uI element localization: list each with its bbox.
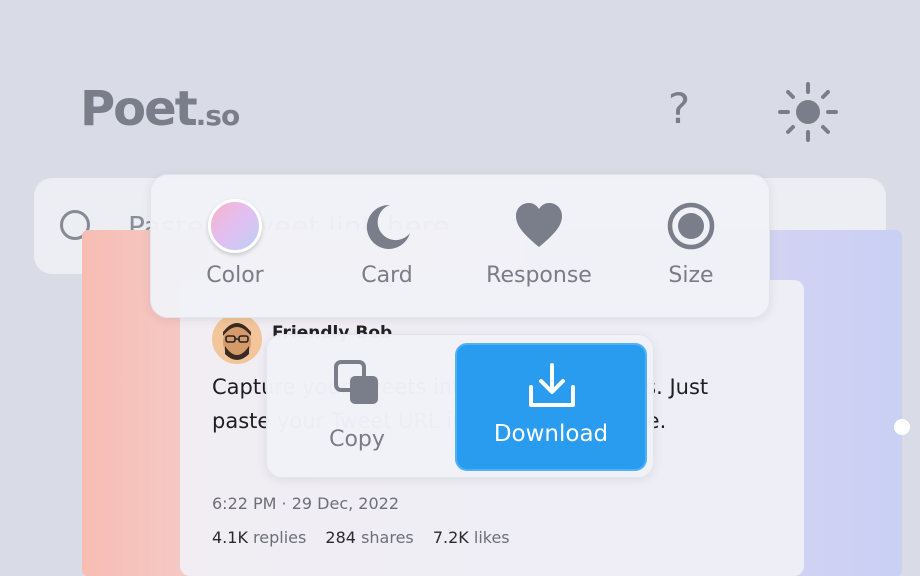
avatar [212,314,262,364]
sun-icon[interactable] [776,80,840,144]
likes-stat: 7.2K likes [433,528,510,547]
tool-color-label: Color [206,263,264,288]
tool-size-label: Size [668,263,714,288]
download-icon [527,361,577,415]
resize-handle[interactable] [894,419,910,435]
tool-response-label: Response [486,263,592,288]
replies-label: replies [253,528,307,547]
copy-button[interactable]: Copy [267,335,447,479]
moon-icon [360,199,414,257]
color-swatch-icon [208,199,262,253]
tool-card-label: Card [361,263,413,288]
download-label: Download [493,421,609,447]
logo: Poet.so [80,81,241,143]
radio-target-icon [664,199,718,257]
likes-label: likes [473,528,510,547]
heart-icon [512,199,566,257]
replies-stat: 4.1K replies [212,528,306,547]
style-toolbar: Color Card Response Size [150,174,770,318]
logo-domain: .so [195,99,241,132]
logo-main: Poet [80,81,198,137]
download-button[interactable]: Download [455,343,647,471]
help-icon[interactable]: ? [662,86,696,132]
replies-count: 4.1K [212,528,248,547]
shares-count: 284 [325,528,356,547]
tweet-timestamp: 6:22 PM · 29 Dec, 2022 [212,494,400,513]
copy-label: Copy [329,427,385,452]
copy-icon [333,359,383,413]
shares-stat: 284 shares [325,528,413,547]
tool-size[interactable]: Size [615,175,767,319]
tool-response[interactable]: Response [463,175,615,319]
likes-count: 7.2K [432,528,469,547]
export-panel: Copy Download [266,334,654,478]
shares-label: shares [361,528,414,547]
tool-card[interactable]: Card [311,175,463,319]
tool-color[interactable]: Color [159,175,311,319]
tweet-stats: 4.1K replies 284 shares 7.2K likes [212,528,524,547]
